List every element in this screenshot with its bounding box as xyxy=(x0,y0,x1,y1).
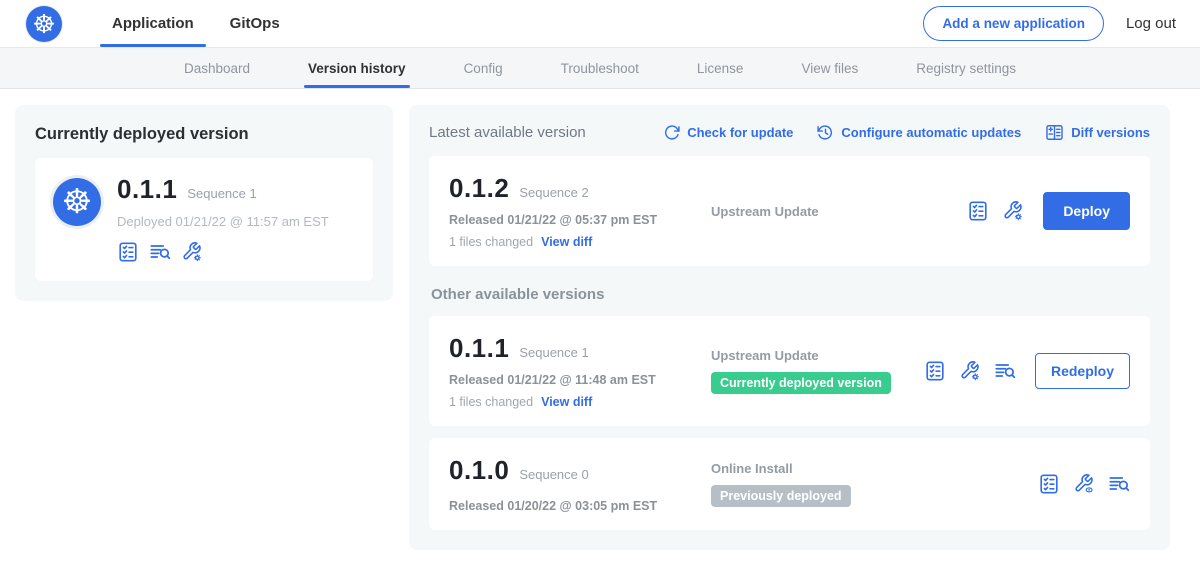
tab-config[interactable]: Config xyxy=(464,48,503,88)
view-diff-link[interactable]: View diff xyxy=(541,395,592,409)
sequence-label: Sequence 2 xyxy=(519,185,588,200)
configure-automatic-updates-label: Configure automatic updates xyxy=(841,125,1021,140)
version-number: 0.1.0 xyxy=(449,455,509,486)
currently-deployed-card: Currently deployed version ☸ 0.1.1 Seque… xyxy=(15,105,393,301)
view-diff-link[interactable]: View diff xyxy=(541,235,592,249)
deploy-button[interactable]: Deploy xyxy=(1043,192,1130,230)
release-notes-icon[interactable] xyxy=(924,360,946,382)
version-history-panel: Latest available version Check for updat… xyxy=(409,105,1170,550)
version-source-label: Online Install xyxy=(711,461,1038,476)
previously-deployed-badge: Previously deployed xyxy=(711,485,851,507)
sequence-label: Sequence 0 xyxy=(519,467,588,482)
deployed-sequence-label: Sequence 1 xyxy=(187,186,256,201)
redeploy-button[interactable]: Redeploy xyxy=(1035,353,1130,389)
version-source-label: Upstream Update xyxy=(711,348,924,363)
version-card-0-1-1: 0.1.1 Sequence 1 Released 01/21/22 @ 11:… xyxy=(429,316,1150,426)
refresh-icon xyxy=(663,124,680,141)
config-icon[interactable] xyxy=(959,360,981,382)
tab-version-history[interactable]: Version history xyxy=(308,48,406,88)
tab-gitops[interactable]: GitOps xyxy=(212,0,298,47)
config-icon[interactable] xyxy=(1002,200,1024,222)
other-available-heading: Other available versions xyxy=(431,286,1150,303)
deployed-version-card: ☸ 0.1.1 Sequence 1 Deployed 01/21/22 @ 1… xyxy=(35,158,373,281)
released-timestamp: Released 01/21/22 @ 05:37 pm EST xyxy=(449,213,711,227)
release-notes-icon[interactable] xyxy=(967,200,989,222)
currently-deployed-title: Currently deployed version xyxy=(35,125,373,144)
add-application-button[interactable]: Add a new application xyxy=(923,6,1104,41)
configure-automatic-updates-link[interactable]: Configure automatic updates xyxy=(817,124,1021,141)
diff-versions-link[interactable]: Diff versions xyxy=(1045,123,1150,142)
logout-link[interactable]: Log out xyxy=(1126,15,1176,32)
version-number: 0.1.1 xyxy=(449,333,509,364)
config-view-icon[interactable] xyxy=(1073,473,1095,495)
section-nav: Dashboard Version history Config Trouble… xyxy=(0,47,1200,89)
release-notes-icon[interactable] xyxy=(117,241,139,263)
tab-troubleshoot[interactable]: Troubleshoot xyxy=(561,48,639,88)
latest-available-heading: Latest available version xyxy=(429,124,586,141)
sequence-label: Sequence 1 xyxy=(519,345,588,360)
config-icon[interactable] xyxy=(181,241,203,263)
check-for-update-label: Check for update xyxy=(687,125,793,140)
tab-application[interactable]: Application xyxy=(94,0,212,47)
tab-view-files[interactable]: View files xyxy=(801,48,858,88)
released-timestamp: Released 01/20/22 @ 03:05 pm EST xyxy=(449,499,711,513)
diff-versions-label: Diff versions xyxy=(1071,125,1150,140)
kubernetes-logo-icon: ☸ xyxy=(26,6,62,42)
tab-dashboard[interactable]: Dashboard xyxy=(184,48,250,88)
release-notes-icon[interactable] xyxy=(1038,473,1060,495)
tab-license[interactable]: License xyxy=(697,48,744,88)
auto-update-clock-icon xyxy=(817,124,834,141)
view-files-icon[interactable] xyxy=(149,241,171,263)
version-number: 0.1.2 xyxy=(449,173,509,204)
currently-deployed-badge: Currently deployed version xyxy=(711,372,891,394)
version-card-0-1-2: 0.1.2 Sequence 2 Released 01/21/22 @ 05:… xyxy=(429,156,1150,266)
diff-icon xyxy=(1045,123,1064,142)
app-tabs: Application GitOps xyxy=(94,0,298,47)
deployed-timestamp: Deployed 01/21/22 @ 11:57 am EST xyxy=(117,214,329,229)
view-files-icon[interactable] xyxy=(994,360,1016,382)
released-timestamp: Released 01/21/22 @ 11:48 am EST xyxy=(449,373,711,387)
deployed-version-number: 0.1.1 xyxy=(117,174,177,205)
check-for-update-link[interactable]: Check for update xyxy=(663,124,793,141)
app-kubernetes-logo-icon: ☸ xyxy=(53,178,101,226)
files-changed-label: 1 files changed xyxy=(449,395,533,409)
main-content: Currently deployed version ☸ 0.1.1 Seque… xyxy=(0,89,1200,564)
panel-actions: Check for update Configure automatic upd… xyxy=(663,123,1150,142)
version-card-0-1-0: 0.1.0 Sequence 0 Released 01/20/22 @ 03:… xyxy=(429,438,1150,530)
files-changed-label: 1 files changed xyxy=(449,235,533,249)
tab-registry-settings[interactable]: Registry settings xyxy=(916,48,1016,88)
version-source-label: Upstream Update xyxy=(711,204,967,219)
top-nav: ☸ Application GitOps Add a new applicati… xyxy=(0,0,1200,47)
view-files-icon[interactable] xyxy=(1108,473,1130,495)
top-nav-right: Add a new application Log out xyxy=(923,0,1176,47)
